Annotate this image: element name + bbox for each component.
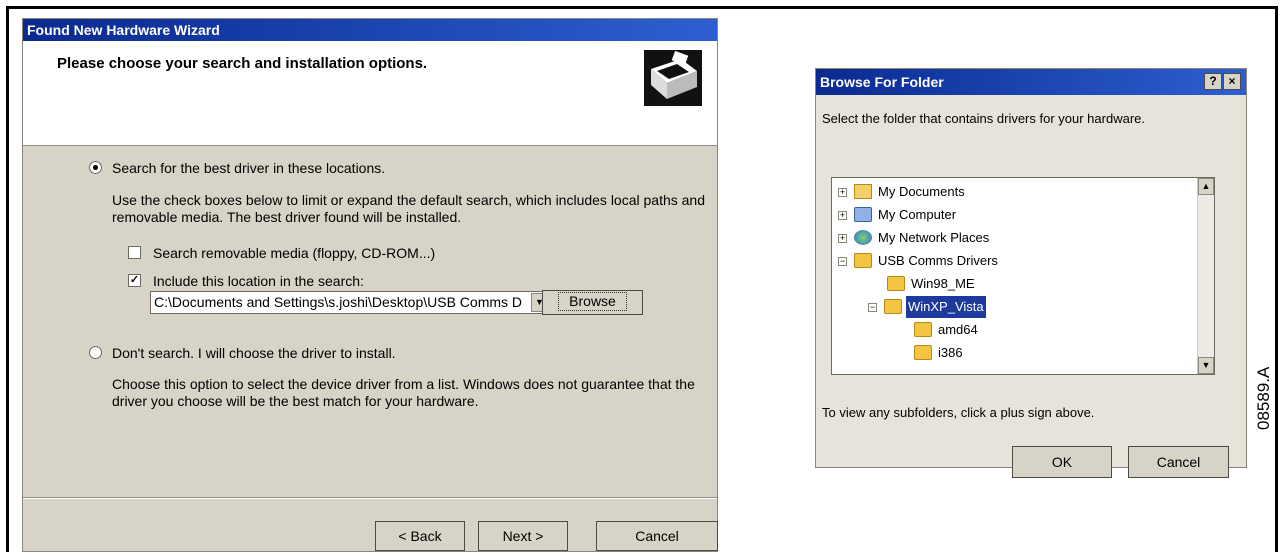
- tree-scrollbar[interactable]: ▲ ▼: [1197, 178, 1214, 374]
- expand-icon[interactable]: +: [838, 188, 847, 197]
- expand-icon[interactable]: +: [838, 234, 847, 243]
- close-button[interactable]: ×: [1223, 73, 1241, 90]
- removable-media-label[interactable]: Search removable media (floppy, CD-ROM..…: [153, 244, 435, 262]
- tree-item-label: USB Comms Drivers: [878, 253, 998, 268]
- folder-icon: [914, 322, 932, 337]
- scroll-down-icon[interactable]: ▼: [1198, 357, 1214, 374]
- scroll-up-icon[interactable]: ▲: [1198, 178, 1214, 195]
- my-computer-icon: [854, 207, 872, 222]
- network-places-icon: [854, 230, 872, 245]
- checkbox-removable-media[interactable]: [128, 246, 141, 259]
- folder-icon: [914, 345, 932, 360]
- checkbox-include-location[interactable]: ✓: [128, 274, 141, 287]
- option-search-label[interactable]: Search for the best driver in these loca…: [112, 159, 385, 177]
- search-description: Use the check boxes below to limit or ex…: [112, 192, 706, 225]
- browse-cancel-button[interactable]: Cancel: [1128, 446, 1229, 478]
- expand-icon[interactable]: +: [838, 211, 847, 220]
- option-dont-search-label[interactable]: Don't search. I will choose the driver t…: [112, 344, 396, 362]
- my-documents-icon: [854, 184, 872, 199]
- ok-button[interactable]: OK: [1012, 446, 1112, 478]
- hardware-wizard-icon: [644, 50, 702, 106]
- radio-search[interactable]: [89, 161, 102, 174]
- dont-search-description: Choose this option to select the device …: [112, 376, 695, 409]
- tree-item-label: i386: [938, 345, 963, 360]
- tree-item-label: My Documents: [878, 184, 965, 199]
- folder-tree[interactable]: + My Documents + My Computer + My Networ…: [831, 177, 1215, 375]
- browse-hint: To view any subfolders, click a plus sig…: [822, 405, 1095, 420]
- wizard-separator: [23, 497, 717, 499]
- browse-for-folder-dialog: Browse For Folder ? × Select the folder …: [815, 68, 1247, 478]
- tree-item-label: amd64: [938, 322, 978, 337]
- wizard-heading: Please choose your search and installati…: [57, 55, 428, 72]
- collapse-icon[interactable]: −: [868, 303, 877, 312]
- location-combobox[interactable]: C:\Documents and Settings\s.joshi\Deskto…: [150, 291, 550, 314]
- next-button[interactable]: Next >: [478, 521, 568, 551]
- cancel-button[interactable]: Cancel: [596, 521, 718, 551]
- folder-open-icon: [884, 299, 902, 314]
- tree-item-label: Win98_ME: [911, 276, 975, 291]
- wizard-header: Please choose your search and installati…: [23, 41, 717, 146]
- tree-item-label: My Network Places: [878, 230, 990, 245]
- folder-icon: [887, 276, 905, 291]
- browse-prompt: Select the folder that contains drivers …: [822, 111, 1145, 126]
- figure-label: 08589.A: [1254, 366, 1273, 430]
- browse-dialog-title: Browse For Folder: [816, 69, 1246, 95]
- back-button[interactable]: < Back: [375, 521, 465, 551]
- wizard-title: Found New Hardware Wizard: [23, 19, 717, 41]
- collapse-icon[interactable]: −: [838, 257, 847, 266]
- location-value[interactable]: C:\Documents and Settings\s.joshi\Deskto…: [154, 294, 522, 310]
- folder-icon: [854, 253, 872, 268]
- found-new-hardware-wizard: Found New Hardware Wizard Please choose …: [22, 18, 718, 552]
- help-button[interactable]: ?: [1204, 73, 1222, 90]
- tree-item-label-selected: WinXP_Vista: [906, 296, 986, 318]
- browse-button[interactable]: Browse: [542, 290, 643, 315]
- radio-dont-search[interactable]: [89, 346, 102, 359]
- browse-button-label: Browse: [558, 292, 627, 311]
- tree-item-label: My Computer: [878, 207, 957, 222]
- include-location-label[interactable]: Include this location in the search:: [153, 272, 364, 290]
